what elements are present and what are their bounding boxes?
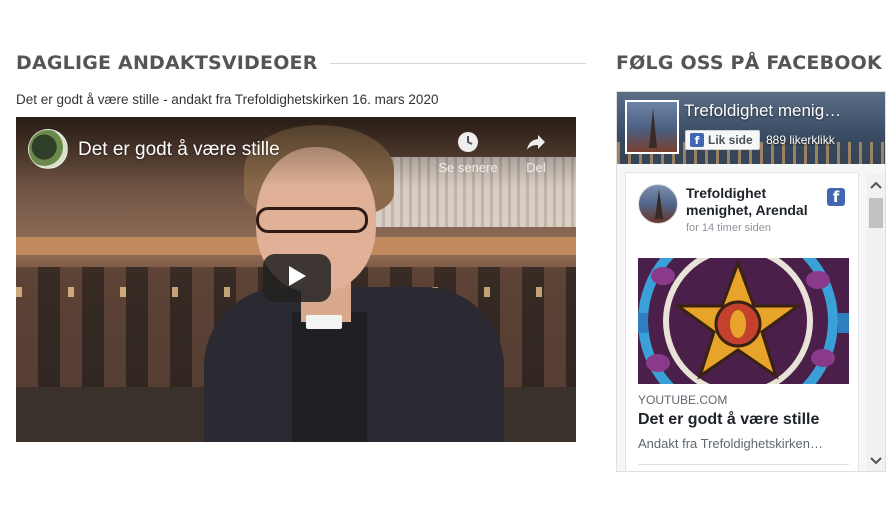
- link-description[interactable]: Andakt fra Trefoldighetskirken…: [638, 436, 843, 451]
- share-button[interactable]: Del: [516, 130, 556, 175]
- facebook-page-widget: Trefoldighet menig… f Lik side 889 liker…: [616, 91, 886, 472]
- link-title[interactable]: Det er godt å være stille: [638, 411, 849, 429]
- facebook-logo-icon[interactable]: f: [827, 188, 845, 206]
- church-spire-shape: [649, 108, 657, 148]
- video-caption: Det er godt å være stille - andakt fra T…: [16, 92, 439, 107]
- facebook-feed[interactable]: Trefoldighet menighet, Arendal for 14 ti…: [617, 164, 867, 471]
- play-button[interactable]: [263, 254, 331, 302]
- church-spire-shape: [655, 189, 663, 219]
- like-page-button[interactable]: f Lik side: [685, 130, 760, 150]
- clerical-collar: [306, 315, 342, 329]
- facebook-cover-photo[interactable]: Trefoldighet menig… f Lik side 889 liker…: [617, 92, 885, 164]
- play-icon: [287, 265, 307, 292]
- share-arrow-icon: [516, 130, 556, 154]
- speaker-glasses: [256, 207, 368, 233]
- section-heading: DAGLIGE ANDAKTSVIDEOER: [16, 52, 318, 74]
- scrollbar-thumb[interactable]: [869, 198, 883, 228]
- facebook-icon: f: [690, 133, 704, 147]
- like-count: 889 likerklikk: [766, 133, 835, 147]
- stained-glass-illustration: [638, 258, 849, 384]
- video-title[interactable]: Det er godt å være stille: [78, 139, 280, 161]
- feed-scrollbar[interactable]: [867, 174, 885, 471]
- clock-icon: [428, 130, 508, 154]
- link-separator: [638, 464, 849, 465]
- facebook-post: Trefoldighet menighet, Arendal for 14 ti…: [625, 172, 859, 471]
- like-page-label: Lik side: [708, 133, 753, 147]
- scroll-up-arrow[interactable]: [867, 176, 885, 194]
- daily-videos-heading-row: DAGLIGE ANDAKTSVIDEOER: [16, 52, 586, 74]
- link-domain[interactable]: YOUTUBE.COM: [638, 393, 727, 407]
- watch-later-button[interactable]: Se senere: [428, 130, 508, 175]
- page-name-link[interactable]: Trefoldighet menig…: [684, 101, 879, 121]
- scroll-down-arrow[interactable]: [867, 452, 885, 470]
- post-timestamp[interactable]: for 14 timer siden: [686, 222, 771, 234]
- youtube-video-embed[interactable]: Det er godt å være stille Se senere Del: [16, 117, 576, 442]
- section-heading: FØLG OSS PÅ FACEBOOK: [616, 52, 882, 74]
- share-label: Del: [526, 160, 546, 175]
- channel-avatar[interactable]: [28, 129, 68, 169]
- heading-divider: [329, 62, 586, 64]
- post-author-avatar[interactable]: [638, 184, 678, 224]
- facebook-heading-row: FØLG OSS PÅ FACEBOOK: [616, 52, 886, 74]
- stained-glass-image[interactable]: [638, 258, 849, 384]
- post-author-name[interactable]: Trefoldighet menighet, Arendal: [686, 185, 826, 219]
- watch-later-label: Se senere: [438, 160, 498, 175]
- speaker-shirt: [292, 312, 367, 442]
- page-profile-picture[interactable]: [625, 100, 679, 154]
